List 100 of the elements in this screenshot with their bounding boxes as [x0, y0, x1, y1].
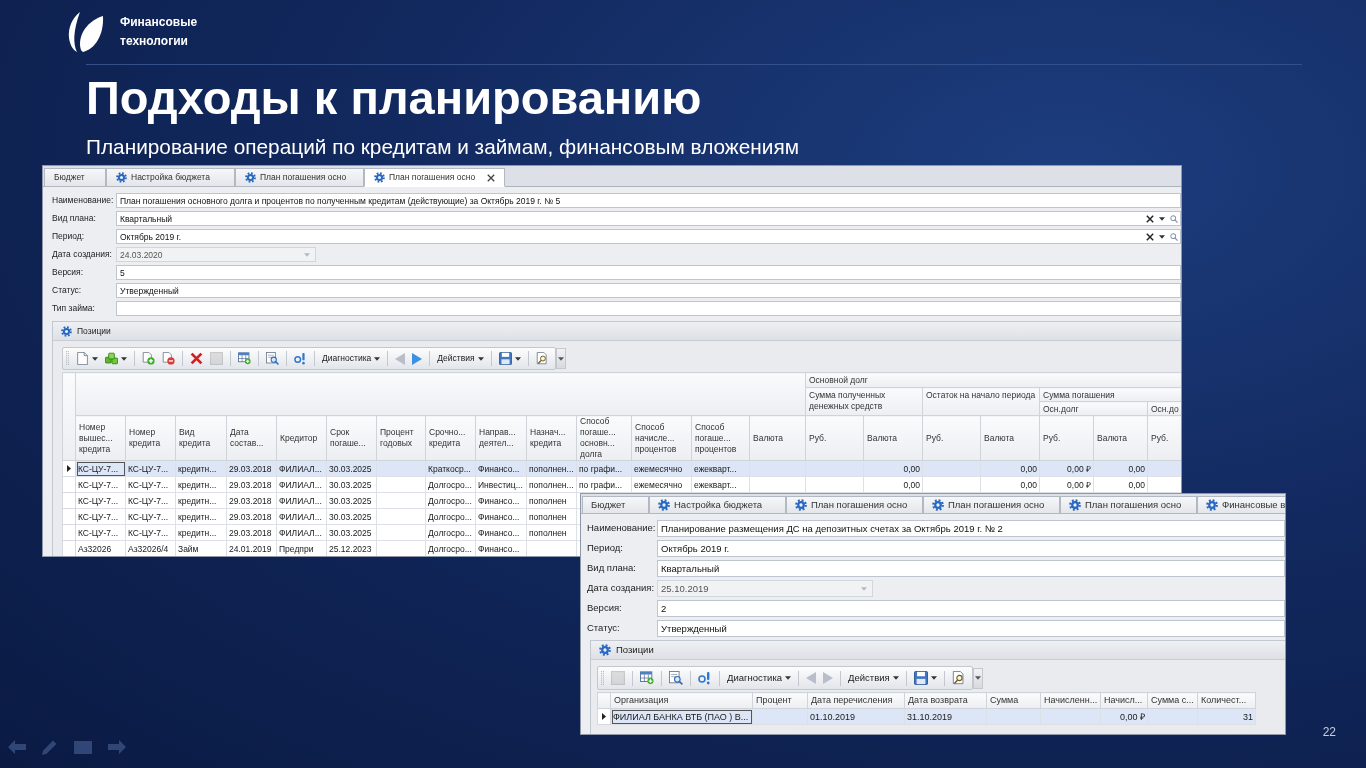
column-header[interactable]: Способ начисле... процентов	[631, 415, 692, 461]
column-header[interactable]: Сумма с...	[1147, 692, 1198, 709]
tab[interactable]: Настройка бюджета	[649, 496, 786, 514]
document-minus-icon	[162, 352, 175, 365]
page-number: 22	[1322, 725, 1336, 739]
text-field[interactable]: Октябрь 2019 г.	[657, 540, 1285, 557]
field-label: Период:	[587, 541, 624, 556]
slide-subtitle: Планирование операций по кредитам и займам, финансовым вложениям	[86, 135, 799, 159]
page-magnifier-icon	[535, 352, 549, 365]
tab[interactable]: Бюджет	[44, 168, 106, 187]
menu-button[interactable]: Диагностика	[319, 348, 384, 369]
column-header[interactable]: Количест...	[1197, 692, 1256, 709]
field-label: Дата создания:	[52, 248, 113, 261]
column-header[interactable]: Руб.	[922, 415, 981, 461]
column-header[interactable]: Процент	[752, 692, 808, 709]
table-plus-icon	[238, 352, 251, 365]
caret-icon	[974, 676, 981, 680]
caret-icon	[121, 356, 127, 361]
caret-icon	[477, 356, 484, 361]
column-header[interactable]: Валюта	[749, 415, 806, 461]
column-header[interactable]: Кредитор	[276, 415, 327, 461]
column-header[interactable]: Вид кредита	[175, 415, 227, 461]
caret-icon[interactable]	[1159, 234, 1165, 239]
lookup-field[interactable]: Квартальный	[116, 211, 1181, 226]
column-header[interactable]: Направ... деятел...	[475, 415, 527, 461]
cross-icon[interactable]	[1146, 214, 1154, 223]
field-label: Тип займа:	[52, 302, 96, 315]
tab[interactable]: План погашения осно	[1060, 496, 1197, 514]
cubes-icon	[105, 352, 118, 365]
gear-icon	[1069, 499, 1081, 511]
text-field[interactable]: Квартальный	[657, 560, 1285, 577]
cross-icon[interactable]	[1146, 232, 1154, 241]
column-header[interactable]: Номер кредита	[125, 415, 176, 461]
text-field[interactable]	[116, 301, 1181, 316]
column-header[interactable]: Сумма	[986, 692, 1041, 709]
column-header[interactable]: Руб.	[1147, 415, 1181, 461]
field-label: Статус:	[52, 284, 83, 297]
exclamation-icon	[698, 671, 712, 685]
column-header[interactable]: Способ погаше... процентов	[691, 415, 750, 461]
column-header[interactable]: Валюта	[1093, 415, 1148, 461]
tab[interactable]: Бюджет	[582, 496, 649, 514]
floppy-icon	[913, 671, 928, 685]
text-field[interactable]: План погашения основного долга и процентов по полученным кредитам (действующие) за Октябрь 2019 г. № 5	[116, 193, 1181, 208]
text-field[interactable]: 2	[657, 600, 1285, 617]
field-label: Вид плана:	[52, 212, 97, 225]
text-field[interactable]: 5	[116, 265, 1181, 280]
text-field[interactable]: Планирование размещения ДС на депозитных счетах за Октябрь 2019 г. № 2	[657, 520, 1285, 537]
tab[interactable]: Финансовые в	[1197, 496, 1285, 514]
tab[interactable]: План погашения осно	[235, 168, 364, 187]
field-label: Период:	[52, 230, 86, 243]
column-header[interactable]: Руб.	[805, 415, 864, 461]
search-icon[interactable]	[1170, 232, 1178, 241]
field-label: Наименование:	[587, 521, 657, 536]
column-header[interactable]: Руб.	[1039, 415, 1094, 461]
menu-button[interactable]: Диагностика	[724, 668, 795, 688]
menu-button[interactable]: Действия	[845, 668, 902, 688]
gear-icon	[245, 172, 256, 183]
column-header[interactable]: Срочно... кредита	[425, 415, 476, 461]
column-group-header[interactable]: Основной долг	[805, 372, 1181, 388]
close-icon[interactable]	[487, 173, 496, 182]
card-magnifier-icon	[266, 352, 279, 365]
column-header[interactable]: Дата состав...	[226, 415, 277, 461]
column-header[interactable]: Способ погаше... основн... долга	[576, 415, 632, 461]
square-icon	[210, 352, 223, 365]
toolbar-button[interactable]	[666, 668, 686, 688]
column-header[interactable]: Валюта	[980, 415, 1040, 461]
right-triangle-icon	[823, 672, 834, 684]
gear-icon	[658, 499, 670, 511]
overflow-button[interactable]	[972, 667, 983, 689]
field-label: Дата создания:	[587, 581, 656, 596]
field-label: Статус:	[587, 621, 621, 636]
overflow-button[interactable]	[555, 348, 566, 369]
document-plus-icon	[142, 352, 155, 365]
column-header[interactable]: Номер вышес... кредита	[75, 415, 126, 461]
caret-icon[interactable]	[1159, 216, 1165, 221]
column-header[interactable]: Дата перечисления	[807, 692, 905, 709]
menu-button[interactable]: Действия	[434, 348, 487, 369]
text-field[interactable]: Утвержденный	[116, 283, 1181, 298]
column-group-header[interactable]: Остаток на начало периода	[922, 387, 1040, 416]
text-field[interactable]: Утвержденный	[657, 620, 1285, 637]
column-group-header[interactable]: Сумма полученных денежных средств	[805, 387, 923, 416]
column-header[interactable]: Валюта	[863, 415, 923, 461]
tab[interactable]: План погашения осно	[364, 168, 506, 187]
card-magnifier-icon	[669, 671, 683, 685]
tab[interactable]: План погашения осно	[786, 496, 923, 514]
column-header[interactable]: Дата возврата	[904, 692, 987, 709]
column-header[interactable]: Организация	[610, 692, 753, 709]
search-icon[interactable]	[1170, 214, 1178, 223]
exclamation-icon	[294, 352, 307, 365]
square-icon	[611, 671, 625, 685]
lookup-field[interactable]: Октябрь 2019 г.	[116, 229, 1181, 244]
tab[interactable]: План погашения осно	[923, 496, 1060, 514]
column-header[interactable]: Назнач... кредита	[526, 415, 577, 461]
column-header[interactable]: Начисленн...	[1040, 692, 1101, 709]
column-header[interactable]: Процент годовых	[376, 415, 426, 461]
tab[interactable]: Настройка бюджета	[106, 168, 235, 187]
column-header[interactable]: Начисл...	[1100, 692, 1148, 709]
gear-icon	[932, 499, 944, 511]
field-label: Вид плана:	[587, 561, 637, 576]
column-header[interactable]: Срок погаше...	[326, 415, 377, 461]
